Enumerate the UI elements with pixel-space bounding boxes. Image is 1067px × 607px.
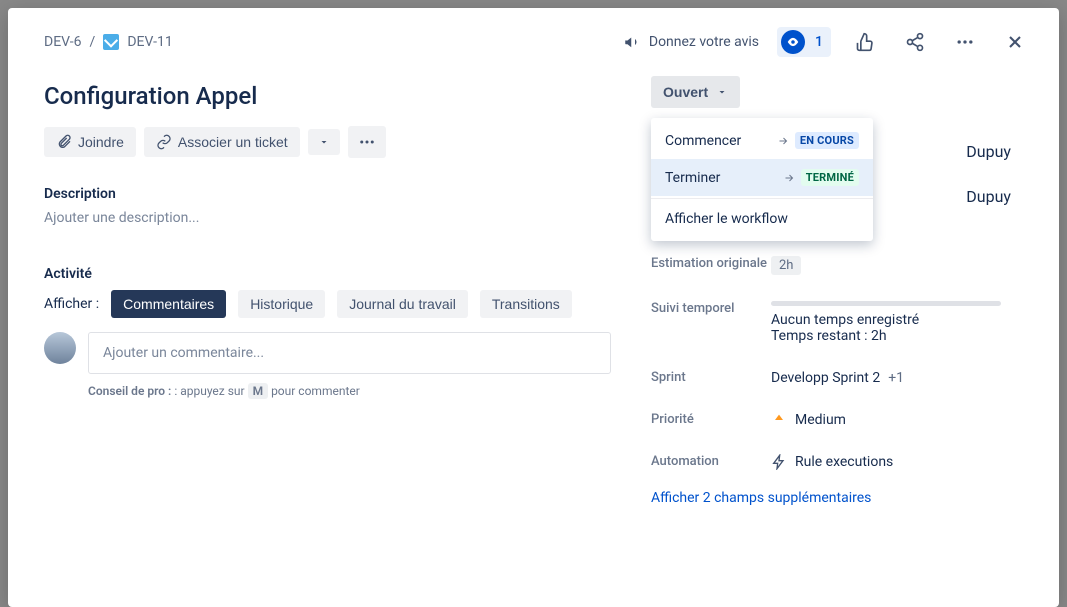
watch-count: 1 [811, 34, 827, 50]
breadcrumb: DEV-6 / DEV-11 [44, 34, 173, 50]
close-icon [1005, 32, 1025, 52]
sprint-extra: +1 [888, 370, 904, 386]
time-tracking-value[interactable]: Aucun temps enregistré Temps restant : 2… [771, 301, 1031, 344]
description-field[interactable]: Ajouter une description... [44, 210, 611, 226]
pro-tip-key: M [248, 383, 269, 399]
automation-rule: Rule executions [795, 454, 893, 470]
automation-value[interactable]: Rule executions [771, 454, 1031, 470]
comment-input[interactable]: Ajouter un commentaire... [88, 332, 611, 374]
issue-type-icon [103, 34, 119, 50]
time-tracking-bar [771, 301, 1001, 306]
give-feedback-label: Donnez votre avis [649, 34, 759, 50]
issue-toolbar: Joindre Associer un ticket [44, 126, 611, 158]
link-issue-button[interactable]: Associer un ticket [144, 127, 300, 157]
header-actions: Donnez votre avis 1 [623, 26, 1031, 58]
time-tracking-remaining: Temps restant : 2h [771, 328, 1031, 344]
transition-target-wrap: TERMINÉ [783, 169, 859, 186]
attach-button[interactable]: Joindre [44, 127, 136, 157]
pro-tip-label: Conseil de pro : [88, 384, 174, 398]
more-icon [955, 32, 975, 52]
attach-label: Joindre [78, 134, 124, 150]
time-tracking-none: Aucun temps enregistré [771, 312, 1031, 328]
dialog-body: Configuration Appel Joindre Associer un … [8, 58, 1059, 607]
main-column: Configuration Appel Joindre Associer un … [44, 58, 651, 607]
pro-tip-suffix: pour commenter [271, 384, 360, 398]
transition-target-lozenge: EN COURS [795, 132, 859, 149]
activity-heading: Activité [44, 266, 611, 282]
priority-label: Priorité [651, 412, 771, 427]
priority-medium-icon [771, 412, 787, 428]
issue-title[interactable]: Configuration Appel [44, 82, 611, 110]
chevron-down-icon [716, 86, 728, 98]
avatar [44, 332, 76, 364]
transition-commencer[interactable]: Commencer EN COURS [651, 122, 873, 159]
original-estimate-value[interactable]: 2h [771, 256, 1031, 275]
status-dropdown: Commencer EN COURS Terminer TERMINÉ [651, 118, 873, 241]
priority-name: Medium [795, 412, 846, 428]
view-workflow-item[interactable]: Afficher le workflow [651, 201, 873, 237]
tab-transitions[interactable]: Transitions [480, 290, 572, 318]
link-icon [156, 134, 172, 150]
transition-action-label: Terminer [665, 170, 720, 186]
original-estimate-label: Estimation originale [651, 256, 771, 271]
automation-label: Automation [651, 454, 771, 469]
give-feedback-button[interactable]: Donnez votre avis [623, 33, 759, 51]
pro-tip-prefix: : appuyez sur [174, 384, 244, 398]
watch-button[interactable]: 1 [777, 27, 831, 57]
transition-target-lozenge: TERMINÉ [801, 169, 859, 186]
arrow-right-icon [777, 135, 789, 147]
more-icon [358, 133, 376, 151]
transition-target-wrap: EN COURS [777, 132, 859, 149]
breadcrumb-current[interactable]: DEV-11 [127, 34, 172, 50]
activity-filter-row: Afficher : Commentaires Historique Journ… [44, 290, 611, 318]
share-icon [905, 32, 925, 52]
link-issue-label: Associer un ticket [178, 134, 288, 150]
show-more-fields-link[interactable]: Afficher 2 champs supplémentaires [651, 490, 1031, 506]
view-workflow-label: Afficher le workflow [665, 211, 788, 227]
issue-dialog: DEV-6 / DEV-11 Donnez votre avis 1 [8, 8, 1059, 607]
share-button[interactable] [899, 26, 931, 58]
thumbs-up-icon [855, 32, 875, 52]
chevron-down-icon [318, 136, 330, 148]
lightning-icon [771, 454, 787, 470]
eye-icon [781, 30, 805, 54]
toolbar-more-button[interactable] [348, 126, 386, 158]
tab-history[interactable]: Historique [238, 290, 325, 318]
field-grid: Estimation originale 2h Suivi temporel A… [651, 256, 1031, 470]
arrow-right-icon [783, 172, 795, 184]
time-tracking-label: Suivi temporel [651, 301, 771, 316]
status-current: Ouvert [663, 84, 708, 100]
activity-filter-label: Afficher : [44, 296, 99, 312]
like-button[interactable] [849, 26, 881, 58]
original-estimate-pill: 2h [771, 256, 801, 275]
dialog-header: DEV-6 / DEV-11 Donnez votre avis 1 [8, 8, 1059, 58]
link-issue-dropdown[interactable] [308, 129, 340, 155]
paperclip-icon [56, 134, 72, 150]
megaphone-icon [623, 33, 641, 51]
assignee-partial-value: Dupuy [966, 142, 1011, 161]
priority-value[interactable]: Medium [771, 412, 1031, 428]
sprint-value[interactable]: Developp Sprint 2 +1 [771, 370, 1031, 386]
side-column: Ouvert Commencer EN COURS Terminer [651, 58, 1031, 607]
close-button[interactable] [999, 26, 1031, 58]
more-actions-button[interactable] [949, 26, 981, 58]
transition-terminer[interactable]: Terminer TERMINÉ [651, 159, 873, 196]
dropdown-divider [651, 198, 873, 199]
sprint-name: Developp Sprint 2 [771, 370, 880, 386]
sprint-label: Sprint [651, 370, 771, 385]
breadcrumb-separator: / [90, 34, 96, 50]
status-wrapper: Ouvert Commencer EN COURS Terminer [651, 76, 1031, 122]
pro-tip: Conseil de pro : : appuyez sur M pour co… [88, 384, 611, 398]
comment-row: Ajouter un commentaire... [44, 332, 611, 374]
description-label: Description [44, 186, 611, 202]
status-button[interactable]: Ouvert [651, 76, 740, 108]
transition-action-label: Commencer [665, 133, 741, 149]
tab-comments[interactable]: Commentaires [111, 290, 226, 318]
breadcrumb-parent[interactable]: DEV-6 [44, 34, 82, 50]
reporter-partial-value: Dupuy [966, 187, 1011, 206]
tab-worklog[interactable]: Journal du travail [337, 290, 468, 318]
